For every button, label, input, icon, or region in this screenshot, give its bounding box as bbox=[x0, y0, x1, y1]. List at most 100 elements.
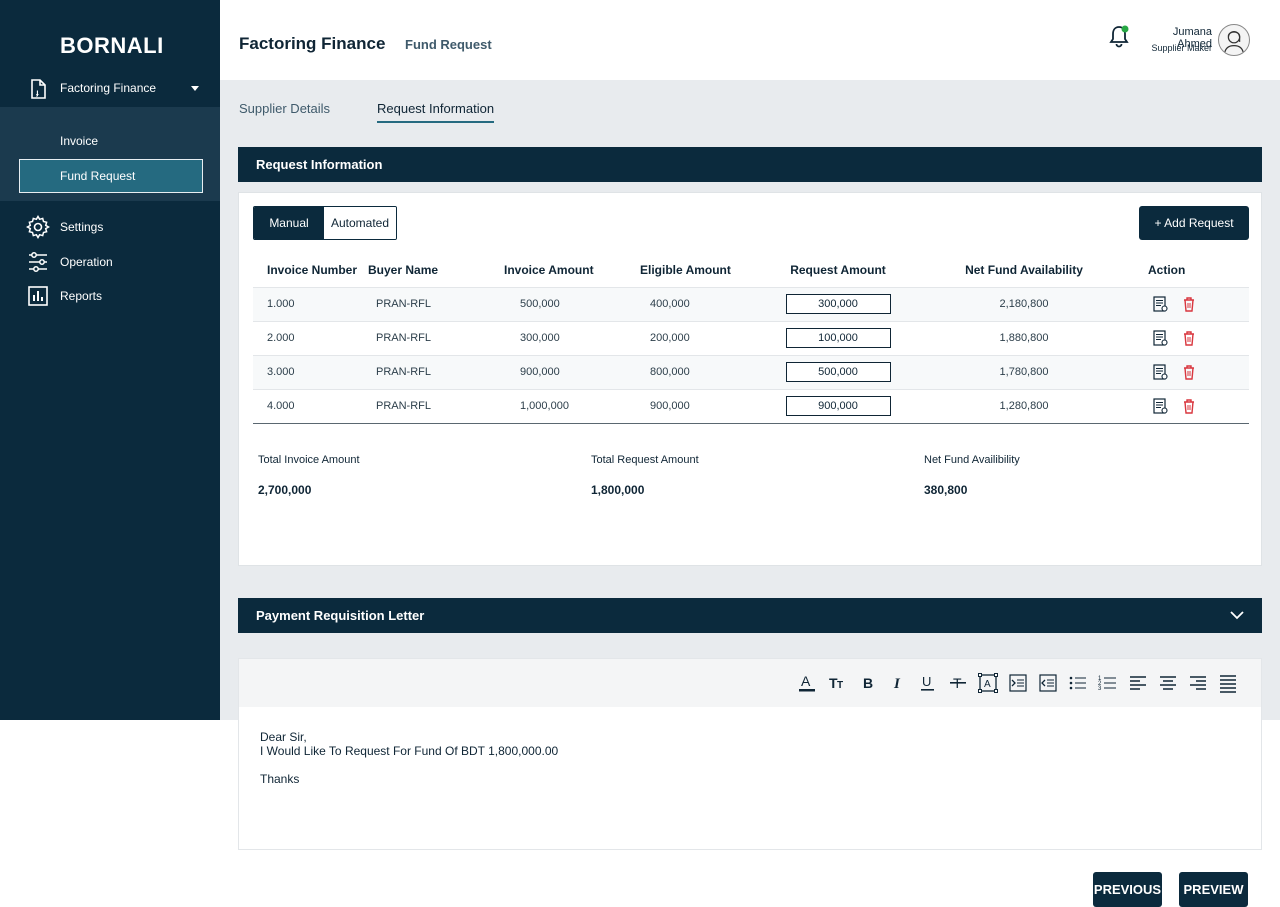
cell-amount: 1,000,000 bbox=[490, 389, 626, 424]
chevron-down-icon[interactable] bbox=[1230, 608, 1244, 622]
top-header: Factoring Finance Fund Request Jumana Ah… bbox=[220, 0, 1280, 80]
page-title: Factoring Finance bbox=[239, 34, 386, 53]
svg-text:3: 3 bbox=[1098, 686, 1102, 692]
svg-text:I: I bbox=[893, 676, 901, 692]
caret-down-icon[interactable] bbox=[191, 86, 199, 91]
table-row: 1.000 PRAN-RFL 500,000 400,000 2,180,800 bbox=[253, 287, 1249, 322]
col-buyer-name: Buyer Name bbox=[368, 253, 490, 288]
align-left-icon[interactable] bbox=[1127, 671, 1149, 695]
total-invoice-label: Total Invoice Amount bbox=[258, 454, 360, 466]
table-row: 4.000 PRAN-RFL 1,000,000 900,000 1,280,8… bbox=[253, 389, 1249, 424]
mode-toggle: Manual Automated bbox=[253, 206, 397, 240]
svg-text:A: A bbox=[984, 679, 991, 690]
cell-amount: 500,000 bbox=[490, 287, 626, 322]
document-edit-icon[interactable] bbox=[1152, 364, 1168, 380]
svg-text:A: A bbox=[801, 673, 811, 689]
cell-net: 2,180,800 bbox=[914, 287, 1134, 322]
sidebar-item-label: Operation bbox=[60, 255, 113, 269]
net-fund-value: 380,800 bbox=[924, 483, 968, 497]
request-info-header: Request Information bbox=[238, 147, 1262, 182]
cell-actions bbox=[1134, 389, 1249, 424]
cell-net: 1,280,800 bbox=[914, 389, 1134, 424]
cell-buyer: PRAN-RFL bbox=[368, 321, 490, 356]
letter-body[interactable]: Dear Sir, I Would Like To Request For Fu… bbox=[260, 730, 558, 786]
request-amount-input[interactable] bbox=[785, 328, 891, 348]
sliders-icon bbox=[29, 252, 47, 272]
page-subtitle: Fund Request bbox=[405, 37, 492, 52]
sidebar-item-invoice[interactable]: Invoice bbox=[60, 134, 98, 148]
strikethrough-icon[interactable]: T bbox=[947, 671, 969, 695]
cell-actions bbox=[1134, 355, 1249, 390]
align-center-icon[interactable] bbox=[1157, 671, 1179, 695]
preview-button[interactable]: PREVIEW bbox=[1179, 872, 1248, 907]
total-invoice-value: 2,700,000 bbox=[258, 483, 312, 497]
brand-logo: BORNALI bbox=[60, 33, 164, 58]
document-edit-icon[interactable] bbox=[1152, 330, 1168, 346]
cell-actions bbox=[1134, 287, 1249, 322]
align-justify-icon[interactable] bbox=[1217, 671, 1239, 695]
avatar[interactable] bbox=[1218, 24, 1250, 56]
document-edit-icon[interactable] bbox=[1152, 398, 1168, 414]
letter-line: Thanks bbox=[260, 772, 300, 786]
cell-invoice: 1.000 bbox=[253, 287, 368, 322]
bold-icon[interactable]: B bbox=[857, 671, 879, 695]
add-request-button[interactable]: + Add Request bbox=[1139, 206, 1249, 240]
col-invoice-number: Invoice Number bbox=[253, 253, 368, 288]
col-invoice-amount: Invoice Amount bbox=[490, 253, 626, 288]
tab-request-information[interactable]: Request Information bbox=[377, 101, 495, 123]
net-fund-label: Net Fund Availibility bbox=[924, 454, 1020, 466]
sidebar-item-reports[interactable]: Reports bbox=[0, 281, 220, 311]
tab-supplier-details[interactable]: Supplier Details bbox=[239, 101, 330, 116]
cell-actions bbox=[1134, 321, 1249, 356]
payment-letter-header[interactable]: Payment Requisition Letter bbox=[238, 598, 1262, 633]
text-box-icon[interactable]: A bbox=[977, 671, 999, 695]
indent-decrease-icon[interactable] bbox=[1037, 671, 1059, 695]
cell-eligible: 200,000 bbox=[626, 321, 762, 356]
trash-icon[interactable] bbox=[1181, 398, 1197, 414]
gear-icon bbox=[26, 215, 50, 239]
trash-icon[interactable] bbox=[1181, 330, 1197, 346]
align-right-icon[interactable] bbox=[1187, 671, 1209, 695]
sidebar-item-factoring-finance[interactable]: ɟ Factoring Finance bbox=[0, 72, 220, 106]
request-amount-input[interactable] bbox=[785, 362, 891, 382]
trash-icon[interactable] bbox=[1181, 296, 1197, 312]
cell-eligible: 800,000 bbox=[626, 355, 762, 390]
total-request-label: Total Request Amount bbox=[591, 454, 699, 466]
request-amount-input[interactable] bbox=[785, 294, 891, 314]
bullet-list-icon[interactable] bbox=[1067, 671, 1089, 695]
sidebar-item-label: Settings bbox=[60, 220, 104, 234]
cell-amount: 300,000 bbox=[490, 321, 626, 356]
font-color-icon[interactable]: A bbox=[796, 671, 818, 695]
underline-icon[interactable]: U bbox=[917, 671, 939, 695]
cell-eligible: 900,000 bbox=[626, 389, 762, 424]
sidebar-item-operation[interactable]: Operation bbox=[0, 247, 220, 277]
col-net-fund: Net Fund Availability bbox=[914, 253, 1134, 288]
cell-invoice: 2.000 bbox=[253, 321, 368, 356]
numbered-list-icon[interactable]: 123 bbox=[1097, 671, 1119, 695]
request-amount-input[interactable] bbox=[785, 396, 891, 416]
total-request-value: 1,800,000 bbox=[591, 483, 645, 497]
sidebar-item-settings[interactable]: Settings bbox=[0, 212, 220, 242]
bar-chart-icon bbox=[28, 286, 48, 306]
svg-text:U: U bbox=[922, 674, 931, 689]
cell-invoice: 3.000 bbox=[253, 355, 368, 390]
previous-button[interactable]: PREVIOUS bbox=[1093, 872, 1162, 907]
letter-line: I Would Like To Request For Fund Of BDT … bbox=[260, 744, 559, 758]
col-eligible-amount: Eligible Amount bbox=[626, 253, 762, 288]
sidebar-item-fund-request[interactable]: Fund Request bbox=[19, 159, 203, 193]
font-size-icon[interactable]: TT bbox=[827, 671, 849, 695]
italic-icon[interactable]: I bbox=[887, 671, 909, 695]
cell-eligible: 400,000 bbox=[626, 287, 762, 322]
trash-icon[interactable] bbox=[1181, 364, 1197, 380]
toggle-manual[interactable]: Manual bbox=[254, 207, 324, 239]
document-icon: ɟ bbox=[31, 79, 46, 99]
cell-amount: 900,000 bbox=[490, 355, 626, 390]
document-edit-icon[interactable] bbox=[1152, 296, 1168, 312]
toggle-automated[interactable]: Automated bbox=[324, 207, 396, 239]
cell-invoice: 4.000 bbox=[253, 389, 368, 424]
bell-icon[interactable] bbox=[1108, 24, 1130, 48]
indent-increase-icon[interactable] bbox=[1007, 671, 1029, 695]
user-avatar-icon bbox=[1224, 30, 1244, 54]
cell-net: 1,780,800 bbox=[914, 355, 1134, 390]
cell-net: 1,880,800 bbox=[914, 321, 1134, 356]
